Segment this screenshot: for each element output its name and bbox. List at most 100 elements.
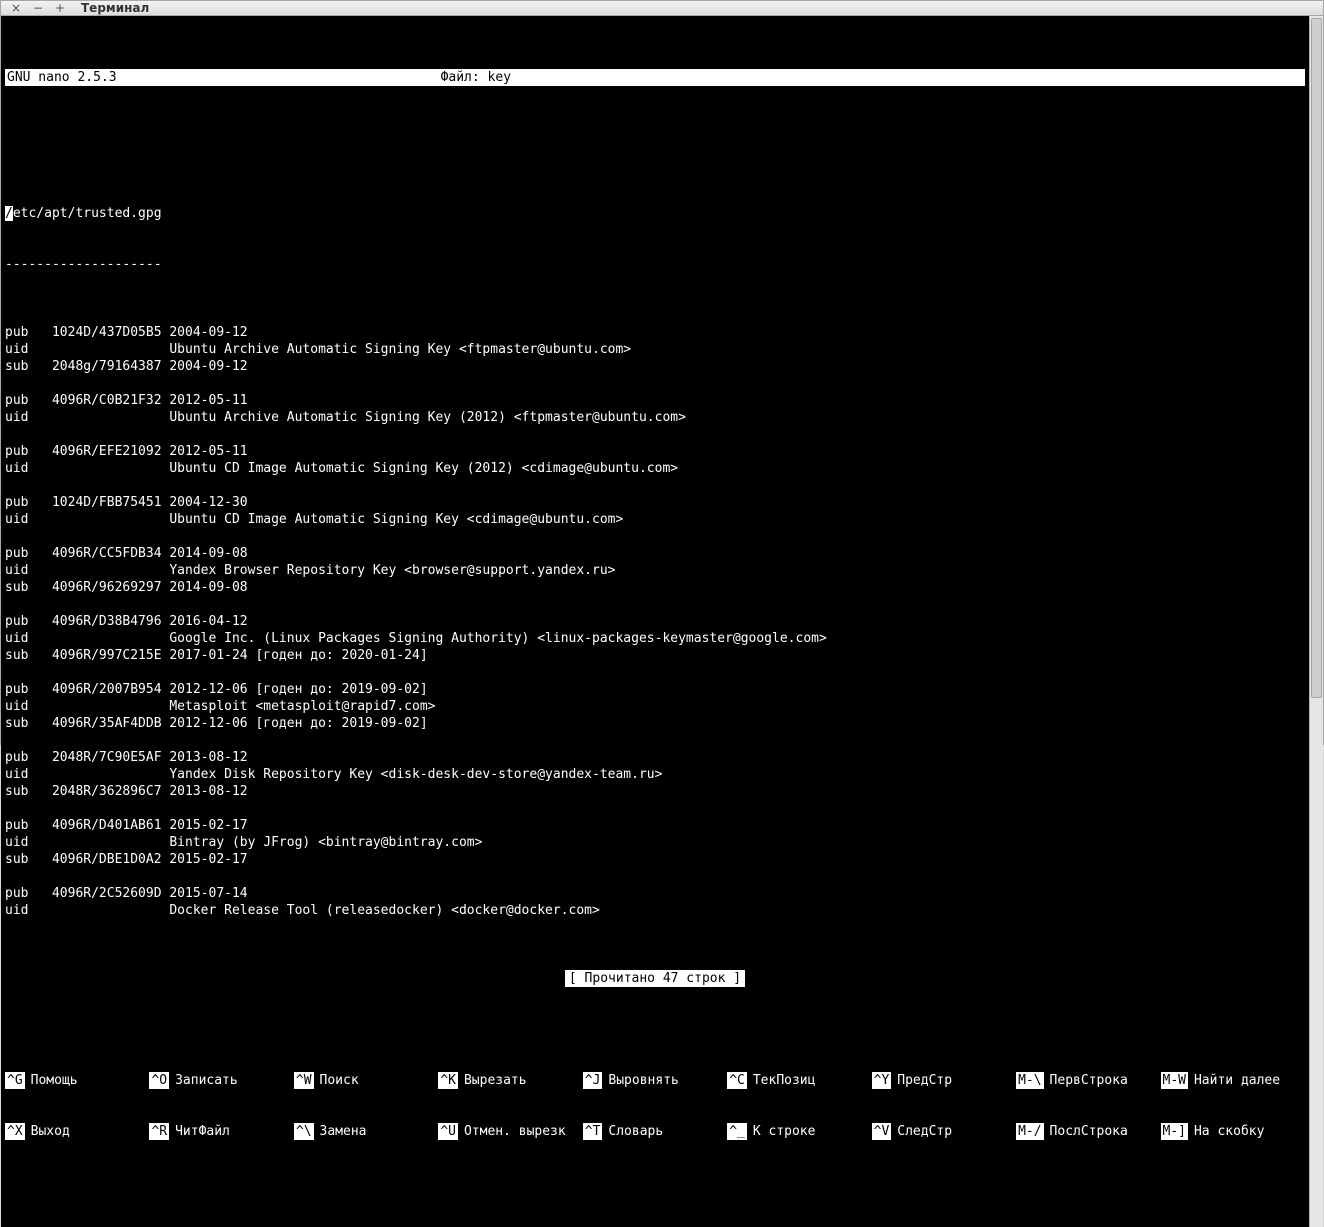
editor-line: uid Docker Release Tool (releasedocker) …: [5, 902, 1305, 919]
shortcut-label: Записать: [175, 1072, 238, 1089]
editor-blank-line: [5, 596, 1305, 613]
editor-line: pub 4096R/CC5FDB34 2014-09-08: [5, 545, 1305, 562]
shortcut-key: ^W: [294, 1072, 314, 1089]
editor-body: pub 1024D/437D05B5 2004-09-12uid Ubuntu …: [5, 324, 1305, 919]
editor-line: uid Bintray (by JFrog) <bintray@bintray.…: [5, 834, 1305, 851]
terminal-wrap: GNU nano 2.5.3 Файл: key /etc/apt/truste…: [1, 16, 1323, 1227]
shortcut-key: ^C: [727, 1072, 747, 1089]
editor-line: pub 4096R/2C52609D 2015-07-14: [5, 885, 1305, 902]
editor-blank-line: [5, 868, 1305, 885]
shortcut-label: Выровнять: [608, 1072, 678, 1089]
shortcut-item: ^XВыход: [5, 1123, 149, 1140]
editor-line-path: /etc/apt/trusted.gpg: [5, 205, 1305, 222]
terminal-window: Терминал GNU nano 2.5.3 Файл: key /etc/a…: [0, 0, 1324, 745]
shortcut-item: ^GПомощь: [5, 1072, 149, 1089]
editor-line: uid Ubuntu Archive Automatic Signing Key…: [5, 341, 1305, 358]
nano-status-row: [ Прочитано 47 строк ]: [5, 970, 1305, 987]
editor-line: uid Yandex Disk Repository Key <disk-des…: [5, 766, 1305, 783]
editor-line: sub 2048R/362896C7 2013-08-12: [5, 783, 1305, 800]
shortcut-item: M-/ ПослСтрока: [1016, 1123, 1160, 1140]
editor-line: pub 4096R/C0B21F32 2012-05-11: [5, 392, 1305, 409]
scrollbar-thumb[interactable]: [1311, 18, 1322, 698]
shortcut-label: К строке: [753, 1123, 816, 1140]
shortcut-label: ПервСтрока: [1050, 1072, 1128, 1089]
shortcut-key: ^V: [872, 1123, 892, 1140]
editor-line: pub 4096R/EFE21092 2012-05-11: [5, 443, 1305, 460]
shortcut-row-2: ^XВыход^RЧитФайл^\Замена^UОтмен. вырезк^…: [5, 1123, 1305, 1140]
editor-line: sub 4096R/997C215E 2017-01-24 [годен до:…: [5, 647, 1305, 664]
editor-blank-line: [5, 800, 1305, 817]
shortcut-key: M-]: [1161, 1123, 1188, 1140]
scrollbar[interactable]: [1309, 16, 1323, 1227]
shortcut-item: ^UОтмен. вырезк: [438, 1123, 582, 1140]
shortcut-label: Замена: [320, 1123, 367, 1140]
shortcut-item: ^T Словарь: [583, 1123, 727, 1140]
shortcut-item: M-] На скобку: [1161, 1123, 1305, 1140]
shortcut-item: ^O Записать: [149, 1072, 293, 1089]
shortcut-item: ^WПоиск: [294, 1072, 438, 1089]
shortcut-label: Отмен. вырезк: [464, 1123, 566, 1140]
shortcut-key: ^R: [149, 1123, 169, 1140]
shortcut-key: ^Y: [872, 1072, 892, 1089]
editor-line: sub 4096R/DBE1D0A2 2015-02-17: [5, 851, 1305, 868]
shortcut-item: ^YПредСтр: [872, 1072, 1016, 1089]
shortcut-item: ^K Вырезать: [438, 1072, 582, 1089]
editor-line: uid Ubuntu CD Image Automatic Signing Ke…: [5, 511, 1305, 528]
shortcut-label: ЧитФайл: [175, 1123, 230, 1140]
editor-line: sub 2048g/79164387 2004-09-12: [5, 358, 1305, 375]
editor-line: pub 1024D/FBB75451 2004-12-30: [5, 494, 1305, 511]
nano-status: [ Прочитано 47 строк ]: [565, 970, 745, 987]
shortcut-label: ТекПозиц: [753, 1072, 816, 1089]
shortcut-key: ^K: [438, 1072, 458, 1089]
cursor: /: [5, 206, 13, 221]
window-title: Терминал: [81, 1, 149, 15]
shortcut-label: Словарь: [608, 1123, 663, 1140]
editor-line: uid Ubuntu Archive Automatic Signing Key…: [5, 409, 1305, 426]
editor-blank-line: [5, 732, 1305, 749]
terminal[interactable]: GNU nano 2.5.3 Файл: key /etc/apt/truste…: [1, 16, 1309, 1227]
minimize-icon[interactable]: [31, 1, 45, 15]
editor-blank-line: [5, 137, 1305, 154]
titlebar: Терминал: [1, 1, 1323, 16]
shortcut-label: Выход: [31, 1123, 70, 1140]
shortcut-key: ^\: [294, 1123, 314, 1140]
editor-line: uid Yandex Browser Repository Key <brows…: [5, 562, 1305, 579]
shortcut-item: M-W Найти далее: [1161, 1072, 1305, 1089]
editor-line: sub 4096R/35AF4DDB 2012-12-06 [годен до:…: [5, 715, 1305, 732]
editor-blank-line: [5, 375, 1305, 392]
shortcut-item: ^C ТекПозиц: [727, 1072, 871, 1089]
nano-app-name: GNU nano 2.5.3: [5, 69, 119, 86]
nano-file-label: Файл: key: [439, 69, 513, 86]
editor-line: pub 4096R/2007B954 2012-12-06 [годен до:…: [5, 681, 1305, 698]
shortcut-key: M-W: [1161, 1072, 1188, 1089]
shortcut-label: Найти далее: [1194, 1072, 1280, 1089]
close-icon[interactable]: [9, 1, 23, 15]
editor-line: pub 1024D/437D05B5 2004-09-12: [5, 324, 1305, 341]
shortcut-key: ^O: [149, 1072, 169, 1089]
shortcut-item: M-\ ПервСтрока: [1016, 1072, 1160, 1089]
shortcut-item: ^_К строке: [727, 1123, 871, 1140]
editor-line: uid Google Inc. (Linux Packages Signing …: [5, 630, 1305, 647]
shortcut-key: M-/: [1016, 1123, 1043, 1140]
shortcut-item: ^\ Замена: [294, 1123, 438, 1140]
shortcut-label: СледСтр: [897, 1123, 952, 1140]
shortcut-key: M-\: [1016, 1072, 1043, 1089]
shortcut-item: ^R ЧитФайл: [149, 1123, 293, 1140]
shortcut-label: На скобку: [1194, 1123, 1264, 1140]
editor-line: pub 4096R/D38B4796 2016-04-12: [5, 613, 1305, 630]
editor-line: pub 4096R/D401AB61 2015-02-17: [5, 817, 1305, 834]
editor-blank-line: [5, 477, 1305, 494]
shortcut-key: ^T: [583, 1123, 603, 1140]
editor-line: uid Metasploit <metasploit@rapid7.com>: [5, 698, 1305, 715]
maximize-icon[interactable]: [53, 1, 67, 15]
shortcut-label: ПослСтрока: [1050, 1123, 1128, 1140]
nano-shortcuts: ^GПомощь^O Записать ^WПоиск^K Вырезать ^J Выр…: [5, 1038, 1305, 1174]
shortcut-key: ^G: [5, 1072, 25, 1089]
shortcut-label: Вырезать: [464, 1072, 527, 1089]
shortcut-item: ^J Выровнять: [583, 1072, 727, 1089]
nano-header: GNU nano 2.5.3 Файл: key: [5, 69, 1305, 86]
nano-header-fill: [513, 69, 1305, 86]
editor-line: uid Ubuntu CD Image Automatic Signing Ke…: [5, 460, 1305, 477]
shortcut-row-1: ^GПомощь^O Записать ^WПоиск^K Вырезать ^J Выр…: [5, 1072, 1305, 1089]
shortcut-key: ^J: [583, 1072, 603, 1089]
